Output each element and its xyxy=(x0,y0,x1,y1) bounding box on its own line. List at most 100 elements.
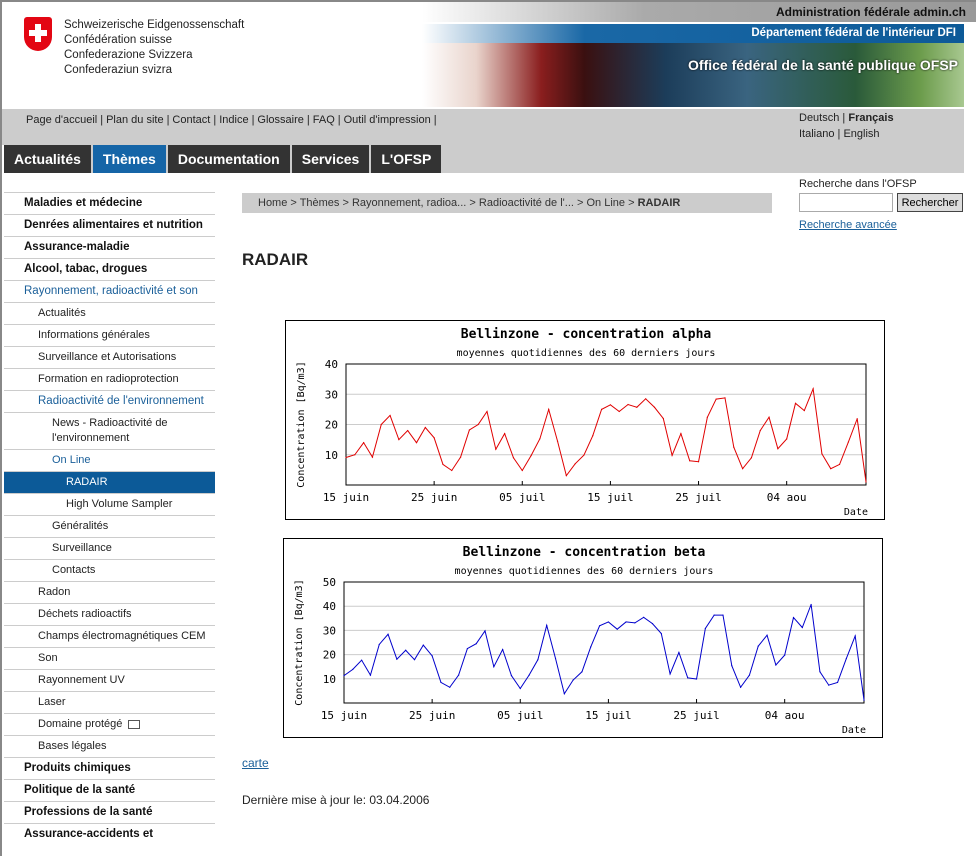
data-point xyxy=(510,675,513,677)
breadcrumb-separator: > xyxy=(339,197,352,209)
sidebar-item[interactable]: Radon xyxy=(4,581,215,603)
sidebar-item-label: High Volume Sampler xyxy=(66,498,173,510)
sidebar-item[interactable]: Rayonnement, radioactivité et son xyxy=(4,280,215,302)
data-point xyxy=(740,686,742,688)
lang-de[interactable]: Deutsch xyxy=(799,112,839,124)
breadcrumb-separator: > xyxy=(625,197,638,209)
sidebar-item[interactable]: Champs électromagnétiques CEM xyxy=(4,625,215,647)
sidebar-item[interactable]: Maladies et médecine xyxy=(4,192,215,214)
data-point xyxy=(600,408,603,410)
sidebar-item-label: Politique de la santé xyxy=(24,784,136,796)
office-name[interactable]: Office fédéral de la santé publique OFSP xyxy=(688,57,958,73)
department-link[interactable]: Département fédéral de l'intérieur DFI xyxy=(422,24,964,43)
separator: | xyxy=(337,114,341,126)
sidebar-item[interactable]: Denrées alimentaires et nutrition xyxy=(4,214,215,236)
sidebar-item[interactable]: Assurance-maladie xyxy=(4,236,215,258)
sidebar-item[interactable]: News - Radioactivité de l'environnement xyxy=(4,412,215,449)
sidebar-item[interactable]: Rayonnement UV xyxy=(4,669,215,691)
data-point xyxy=(713,614,715,616)
sidebar-item[interactable]: Politique de la santé xyxy=(4,779,215,801)
sidebar-item[interactable]: Produits chimiques xyxy=(4,757,215,779)
sidebar-item[interactable]: Généralités xyxy=(4,515,215,537)
sidebar-item[interactable]: Domaine protégé xyxy=(4,713,215,735)
sidebar-item[interactable]: On Line xyxy=(4,449,215,471)
sidebar-item[interactable]: High Volume Sampler xyxy=(4,493,215,515)
main-nav: Actualités Thèmes Documentation Services L'O… xyxy=(4,145,964,173)
data-point xyxy=(680,432,682,435)
nav-tab[interactable]: Actualités xyxy=(4,145,91,173)
lang-it[interactable]: Italiano xyxy=(799,128,834,140)
util-link[interactable]: Plan du site xyxy=(106,114,163,126)
data-point xyxy=(407,429,409,432)
data-point xyxy=(530,455,532,457)
data-point xyxy=(653,406,656,408)
data-point xyxy=(731,665,733,667)
nav-tab[interactable]: Services xyxy=(291,145,370,173)
sidebar-item[interactable]: Déchets radioactifs xyxy=(4,603,215,625)
data-point xyxy=(378,643,380,646)
lang-en[interactable]: English xyxy=(843,128,879,140)
data-point xyxy=(502,648,504,651)
data-point xyxy=(777,448,779,450)
data-point xyxy=(539,438,541,440)
data-point xyxy=(812,388,814,390)
util-link[interactable]: Indice xyxy=(219,114,248,126)
data-point xyxy=(689,460,691,462)
sidebar-item[interactable]: Son xyxy=(4,647,215,669)
admin-link[interactable]: Administration fédérale admin.ch xyxy=(422,2,976,22)
data-point xyxy=(457,674,460,676)
data-point xyxy=(475,643,477,645)
util-link[interactable]: Glossaire xyxy=(257,114,303,126)
sidebar-item[interactable]: Assurance-accidents et xyxy=(4,823,215,845)
sidebar-item-label: Denrées alimentaires et nutrition xyxy=(24,219,203,231)
y-tick-label: 40 xyxy=(323,600,336,613)
breadcrumb: Home > Thèmes > Rayonnement, radioa... >… xyxy=(242,193,772,213)
search-input[interactable] xyxy=(799,193,893,212)
x-tick-label: 04 aou xyxy=(767,491,807,504)
util-link[interactable]: Page d'accueil xyxy=(26,114,97,126)
chart-title: Bellinzone - concentration beta xyxy=(463,545,706,560)
sidebar-item[interactable]: RADAIR xyxy=(4,471,215,493)
util-link[interactable]: Outil d'impression xyxy=(344,114,431,126)
confederation-name: Schweizerische Eidgenossenschaft Confédé… xyxy=(64,18,244,78)
breadcrumb-link[interactable]: Radioactivité de l'... xyxy=(479,197,574,209)
data-point xyxy=(792,616,795,619)
nav-tab[interactable]: Thèmes xyxy=(92,145,166,173)
sidebar-item[interactable]: Radioactivité de l'environnement xyxy=(4,390,215,412)
lang-fr[interactable]: Français xyxy=(848,112,893,124)
data-point xyxy=(863,699,865,701)
separator: | xyxy=(166,114,170,126)
data-point xyxy=(590,646,592,648)
sidebar-item[interactable]: Laser xyxy=(4,691,215,713)
sidebar-item-label: Radon xyxy=(38,586,71,598)
sidebar-item[interactable]: Alcool, tabac, drogues xyxy=(4,258,215,280)
breadcrumb-link[interactable]: On Line xyxy=(586,197,625,209)
nav-tab[interactable]: L'OFSP xyxy=(371,145,442,173)
nav-tab[interactable]: Documentation xyxy=(167,145,290,173)
advanced-search-link[interactable]: Recherche avancée xyxy=(799,219,897,231)
breadcrumb-link[interactable]: Rayonnement, radioa... xyxy=(352,197,466,209)
sidebar-item[interactable]: Bases légales xyxy=(4,735,215,757)
sidebar-item[interactable]: Surveillance et Autorisations xyxy=(4,346,215,368)
sidebar-item[interactable]: Contacts xyxy=(4,559,215,581)
util-link[interactable]: Contact xyxy=(172,114,210,126)
data-point xyxy=(493,666,495,668)
breadcrumb-current: RADAIR xyxy=(637,197,681,209)
sidebar-item-label: RADAIR xyxy=(66,476,108,488)
sidebar-item[interactable]: Informations générales xyxy=(4,324,215,346)
sidebar-item[interactable]: Professions de la santé xyxy=(4,801,215,823)
sidebar-item[interactable]: Actualités xyxy=(4,302,215,324)
util-link[interactable]: FAQ xyxy=(313,114,335,126)
sidebar-item[interactable]: Formation en radioprotection xyxy=(4,368,215,390)
data-point xyxy=(380,423,382,426)
sidebar-item[interactable]: Surveillance xyxy=(4,537,215,559)
data-point xyxy=(442,463,444,466)
data-point xyxy=(704,627,706,630)
data-point xyxy=(669,673,671,675)
swiss-cross-logo[interactable] xyxy=(24,17,52,51)
data-point xyxy=(424,426,426,429)
search-button[interactable]: Rechercher xyxy=(897,193,963,212)
breadcrumb-link[interactable]: Home xyxy=(258,197,287,209)
breadcrumb-link[interactable]: Thèmes xyxy=(300,197,340,209)
carte-link[interactable]: carte xyxy=(242,756,269,770)
